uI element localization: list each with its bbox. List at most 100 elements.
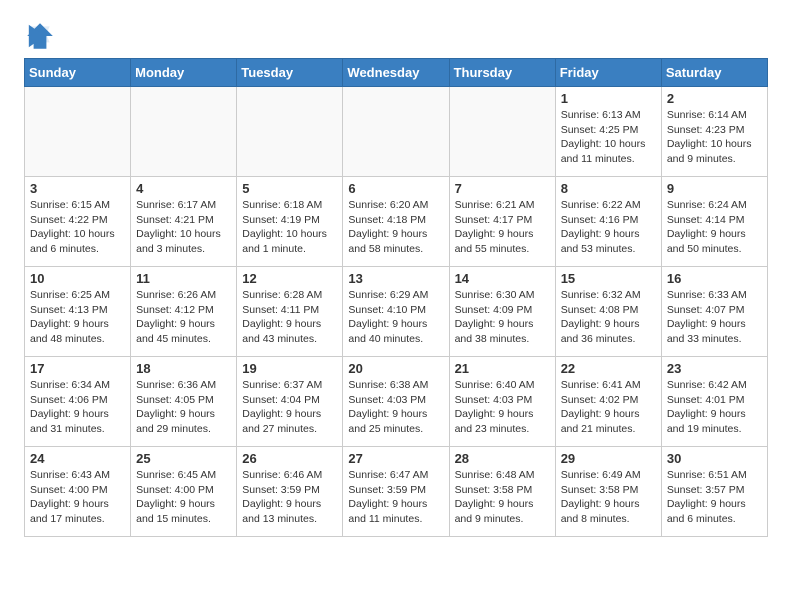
day-number: 27: [348, 451, 443, 466]
day-number: 5: [242, 181, 337, 196]
day-number: 17: [30, 361, 125, 376]
calendar-cell: [343, 87, 449, 177]
day-number: 7: [455, 181, 550, 196]
calendar-cell: 11Sunrise: 6:26 AM Sunset: 4:12 PM Dayli…: [131, 267, 237, 357]
day-info: Sunrise: 6:38 AM Sunset: 4:03 PM Dayligh…: [348, 378, 443, 437]
day-info: Sunrise: 6:36 AM Sunset: 4:05 PM Dayligh…: [136, 378, 231, 437]
calendar-cell: 3 Sunrise: 6:15 AM Sunset: 4:22 PM Daylig…: [25, 177, 131, 267]
day-number: 6: [348, 181, 443, 196]
day-info: Sunrise: 6:51 AM Sunset: 3:57 PM Dayligh…: [667, 468, 762, 527]
day-info: Sunrise: 6:29 AM Sunset: 4:10 PM Dayligh…: [348, 288, 443, 347]
day-number: 18: [136, 361, 231, 376]
calendar-cell: 25 Sunrise: 6:45 AM Sunset: 4:00 PM Dayli…: [131, 447, 237, 537]
day-info: Sunrise: 6:21 AM Sunset: 4:17 PM Dayligh…: [455, 198, 550, 257]
calendar-table: SundayMondayTuesdayWednesdayThursdayFrid…: [24, 58, 768, 537]
day-number: 19: [242, 361, 337, 376]
calendar-cell: 9 Sunrise: 6:24 AM Sunset: 4:14 PM Daylig…: [661, 177, 767, 267]
calendar-cell: 26 Sunrise: 6:46 AM Sunset: 3:59 PM Dayli…: [237, 447, 343, 537]
calendar-cell: 27 Sunrise: 6:47 AM Sunset: 3:59 PM Dayli…: [343, 447, 449, 537]
calendar-cell: [237, 87, 343, 177]
day-number: 15: [561, 271, 656, 286]
calendar-cell: 19Sunrise: 6:37 AM Sunset: 4:04 PM Dayli…: [237, 357, 343, 447]
day-number: 8: [561, 181, 656, 196]
day-info: Sunrise: 6:17 AM Sunset: 4:21 PM Dayligh…: [136, 198, 231, 257]
day-number: 29: [561, 451, 656, 466]
day-info: Sunrise: 6:15 AM Sunset: 4:22 PM Dayligh…: [30, 198, 125, 257]
calendar-week-row: 17Sunrise: 6:34 AM Sunset: 4:06 PM Dayli…: [25, 357, 768, 447]
page-header: [24, 20, 768, 52]
day-number: 14: [455, 271, 550, 286]
day-info: Sunrise: 6:40 AM Sunset: 4:03 PM Dayligh…: [455, 378, 550, 437]
calendar-cell: 10 Sunrise: 6:25 AM Sunset: 4:13 PM Dayli…: [25, 267, 131, 357]
day-info: Sunrise: 6:28 AM Sunset: 4:11 PM Dayligh…: [242, 288, 337, 347]
calendar-cell: 23 Sunrise: 6:42 AM Sunset: 4:01 PM Dayli…: [661, 357, 767, 447]
day-info: Sunrise: 6:30 AM Sunset: 4:09 PM Dayligh…: [455, 288, 550, 347]
day-number: 16: [667, 271, 762, 286]
weekday-header-wednesday: Wednesday: [343, 59, 449, 87]
day-number: 9: [667, 181, 762, 196]
calendar-cell: 5 Sunrise: 6:18 AM Sunset: 4:19 PM Daylig…: [237, 177, 343, 267]
weekday-header-friday: Friday: [555, 59, 661, 87]
day-info: Sunrise: 6:20 AM Sunset: 4:18 PM Dayligh…: [348, 198, 443, 257]
calendar-cell: 21 Sunrise: 6:40 AM Sunset: 4:03 PM Dayli…: [449, 357, 555, 447]
day-number: 26: [242, 451, 337, 466]
day-number: 10: [30, 271, 125, 286]
day-info: Sunrise: 6:14 AM Sunset: 4:23 PM Dayligh…: [667, 108, 762, 167]
day-number: 28: [455, 451, 550, 466]
logo: [24, 20, 60, 52]
day-info: Sunrise: 6:33 AM Sunset: 4:07 PM Dayligh…: [667, 288, 762, 347]
day-info: Sunrise: 6:42 AM Sunset: 4:01 PM Dayligh…: [667, 378, 762, 437]
calendar-cell: 12 Sunrise: 6:28 AM Sunset: 4:11 PM Dayli…: [237, 267, 343, 357]
day-number: 21: [455, 361, 550, 376]
day-number: 20: [348, 361, 443, 376]
day-info: Sunrise: 6:18 AM Sunset: 4:19 PM Dayligh…: [242, 198, 337, 257]
calendar-cell: 16 Sunrise: 6:33 AM Sunset: 4:07 PM Dayli…: [661, 267, 767, 357]
day-number: 25: [136, 451, 231, 466]
calendar-cell: [25, 87, 131, 177]
day-info: Sunrise: 6:25 AM Sunset: 4:13 PM Dayligh…: [30, 288, 125, 347]
calendar-cell: 13 Sunrise: 6:29 AM Sunset: 4:10 PM Dayli…: [343, 267, 449, 357]
day-number: 12: [242, 271, 337, 286]
day-number: 11: [136, 271, 231, 286]
calendar-week-row: 3 Sunrise: 6:15 AM Sunset: 4:22 PM Daylig…: [25, 177, 768, 267]
day-number: 3: [30, 181, 125, 196]
day-info: Sunrise: 6:24 AM Sunset: 4:14 PM Dayligh…: [667, 198, 762, 257]
day-info: Sunrise: 6:49 AM Sunset: 3:58 PM Dayligh…: [561, 468, 656, 527]
day-info: Sunrise: 6:22 AM Sunset: 4:16 PM Dayligh…: [561, 198, 656, 257]
weekday-header-tuesday: Tuesday: [237, 59, 343, 87]
calendar-cell: 22 Sunrise: 6:41 AM Sunset: 4:02 PM Dayli…: [555, 357, 661, 447]
calendar-cell: 30 Sunrise: 6:51 AM Sunset: 3:57 PM Dayli…: [661, 447, 767, 537]
day-info: Sunrise: 6:47 AM Sunset: 3:59 PM Dayligh…: [348, 468, 443, 527]
day-info: Sunrise: 6:41 AM Sunset: 4:02 PM Dayligh…: [561, 378, 656, 437]
weekday-header-saturday: Saturday: [661, 59, 767, 87]
day-number: 30: [667, 451, 762, 466]
day-number: 2: [667, 91, 762, 106]
calendar-cell: [131, 87, 237, 177]
calendar-cell: 8 Sunrise: 6:22 AM Sunset: 4:16 PM Daylig…: [555, 177, 661, 267]
calendar-cell: 24Sunrise: 6:43 AM Sunset: 4:00 PM Dayli…: [25, 447, 131, 537]
calendar-cell: 15 Sunrise: 6:32 AM Sunset: 4:08 PM Dayli…: [555, 267, 661, 357]
calendar-cell: 29 Sunrise: 6:49 AM Sunset: 3:58 PM Dayli…: [555, 447, 661, 537]
day-info: Sunrise: 6:46 AM Sunset: 3:59 PM Dayligh…: [242, 468, 337, 527]
calendar-week-row: 24Sunrise: 6:43 AM Sunset: 4:00 PM Dayli…: [25, 447, 768, 537]
calendar-cell: 14 Sunrise: 6:30 AM Sunset: 4:09 PM Dayli…: [449, 267, 555, 357]
day-number: 23: [667, 361, 762, 376]
day-info: Sunrise: 6:48 AM Sunset: 3:58 PM Dayligh…: [455, 468, 550, 527]
calendar-cell: 1 Sunrise: 6:13 AM Sunset: 4:25 PM Daylig…: [555, 87, 661, 177]
calendar-cell: [449, 87, 555, 177]
day-number: 22: [561, 361, 656, 376]
day-info: Sunrise: 6:13 AM Sunset: 4:25 PM Dayligh…: [561, 108, 656, 167]
calendar-cell: 6 Sunrise: 6:20 AM Sunset: 4:18 PM Daylig…: [343, 177, 449, 267]
day-info: Sunrise: 6:45 AM Sunset: 4:00 PM Dayligh…: [136, 468, 231, 527]
weekday-header-monday: Monday: [131, 59, 237, 87]
calendar-cell: 2 Sunrise: 6:14 AM Sunset: 4:23 PM Daylig…: [661, 87, 767, 177]
day-number: 1: [561, 91, 656, 106]
day-info: Sunrise: 6:32 AM Sunset: 4:08 PM Dayligh…: [561, 288, 656, 347]
calendar-cell: 18 Sunrise: 6:36 AM Sunset: 4:05 PM Dayli…: [131, 357, 237, 447]
weekday-header-sunday: Sunday: [25, 59, 131, 87]
calendar-cell: 7 Sunrise: 6:21 AM Sunset: 4:17 PM Daylig…: [449, 177, 555, 267]
calendar-cell: 4Sunrise: 6:17 AM Sunset: 4:21 PM Daylig…: [131, 177, 237, 267]
day-number: 13: [348, 271, 443, 286]
day-info: Sunrise: 6:43 AM Sunset: 4:00 PM Dayligh…: [30, 468, 125, 527]
calendar-cell: 20 Sunrise: 6:38 AM Sunset: 4:03 PM Dayli…: [343, 357, 449, 447]
